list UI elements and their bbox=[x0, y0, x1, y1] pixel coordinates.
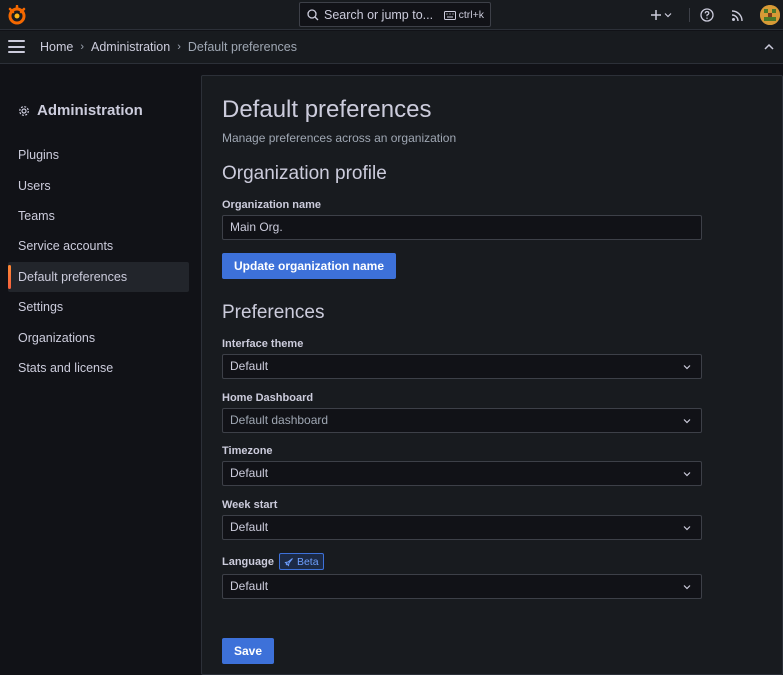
preferences-heading: Preferences bbox=[222, 302, 325, 323]
nav-item-plugins[interactable]: Plugins bbox=[8, 140, 189, 170]
org-profile-heading: Organization profile bbox=[222, 163, 387, 184]
chevron-down-icon bbox=[683, 419, 691, 424]
nav-item-service-accounts[interactable]: Service accounts bbox=[8, 231, 189, 261]
breadcrumb: Home › Administration › Default preferen… bbox=[40, 40, 297, 54]
news-button[interactable] bbox=[731, 0, 749, 30]
nav-item-teams[interactable]: Teams bbox=[8, 201, 189, 231]
breadcrumb-home[interactable]: Home bbox=[40, 40, 73, 54]
org-name-label: Organization name bbox=[222, 199, 322, 211]
help-icon bbox=[700, 8, 714, 22]
chevron-down-icon bbox=[683, 365, 691, 370]
breadcrumb-separator: › bbox=[80, 41, 85, 53]
home-dashboard-select[interactable]: Default dashboard bbox=[222, 408, 702, 433]
chevron-down-icon bbox=[683, 585, 691, 590]
breadcrumb-administration[interactable]: Administration bbox=[91, 40, 170, 54]
language-select-value: Default bbox=[230, 579, 269, 593]
theme-select-value: Default bbox=[230, 359, 269, 373]
search-icon bbox=[307, 8, 319, 20]
chevron-down-icon bbox=[683, 526, 691, 531]
divider bbox=[689, 8, 690, 22]
timezone-select[interactable]: Default bbox=[222, 461, 702, 486]
language-label-row: Language Beta bbox=[222, 553, 324, 570]
search-placeholder: Search or jump to... bbox=[324, 7, 434, 22]
home-dashboard-label: Home Dashboard bbox=[222, 392, 314, 404]
language-label: Language bbox=[222, 555, 274, 568]
theme-label: Interface theme bbox=[222, 338, 304, 350]
beta-badge: Beta bbox=[278, 553, 324, 570]
nav-item-settings[interactable]: Settings bbox=[8, 292, 189, 322]
top-bar: Search or jump to... ctrl+k bbox=[0, 0, 783, 30]
search-shortcut-label: ctrl+k bbox=[458, 9, 484, 21]
search-shortcut: ctrl+k bbox=[443, 9, 484, 21]
theme-select[interactable]: Default bbox=[222, 354, 702, 379]
language-select[interactable]: Default bbox=[222, 574, 702, 599]
new-button[interactable] bbox=[650, 0, 680, 30]
user-avatar[interactable] bbox=[760, 5, 780, 25]
plus-icon bbox=[651, 10, 661, 20]
chevron-down-icon bbox=[683, 472, 691, 477]
nav-item-users[interactable]: Users bbox=[8, 171, 189, 201]
search-bar[interactable]: Search or jump to... ctrl+k bbox=[299, 2, 491, 27]
main-panel: Default preferences Manage preferences a… bbox=[201, 75, 783, 675]
breadcrumb-bar: Home › Administration › Default preferen… bbox=[0, 31, 783, 64]
rss-icon bbox=[731, 9, 743, 21]
timezone-label: Timezone bbox=[222, 445, 273, 457]
breadcrumb-current: Default preferences bbox=[187, 40, 297, 54]
home-dashboard-select-value: Default dashboard bbox=[230, 413, 329, 427]
chevron-up-icon[interactable] bbox=[763, 41, 775, 53]
keyboard-icon bbox=[443, 10, 456, 20]
grafana-logo-icon[interactable] bbox=[7, 5, 27, 25]
nav-item-stats-and-license[interactable]: Stats and license bbox=[8, 353, 189, 383]
section-nav-title-label: Administration bbox=[37, 102, 143, 119]
section-nav-title: Administration bbox=[18, 102, 143, 119]
update-org-name-button[interactable]: Update organization name bbox=[222, 253, 397, 279]
cog-icon bbox=[19, 105, 29, 116]
nav-item-default-preferences[interactable]: Default preferences bbox=[8, 262, 189, 292]
beta-badge-label: Beta bbox=[296, 555, 319, 568]
week-start-label: Week start bbox=[222, 499, 278, 511]
menu-toggle-button[interactable] bbox=[8, 40, 26, 54]
week-start-select[interactable]: Default bbox=[222, 515, 702, 540]
chevron-down-icon bbox=[664, 13, 672, 18]
rocket-icon bbox=[284, 557, 293, 567]
help-button[interactable] bbox=[700, 0, 718, 30]
save-button[interactable]: Save bbox=[222, 638, 275, 664]
org-name-input[interactable]: Main Org. bbox=[222, 215, 702, 240]
page-subtitle: Manage preferences across an organizatio… bbox=[222, 131, 457, 145]
timezone-select-value: Default bbox=[230, 466, 269, 480]
nav-item-organizations[interactable]: Organizations bbox=[8, 323, 189, 353]
week-start-select-value: Default bbox=[230, 520, 269, 534]
page-title: Default preferences bbox=[222, 96, 432, 123]
section-nav: Administration Plugins Users Teams Servi… bbox=[0, 64, 200, 672]
breadcrumb-separator: › bbox=[177, 41, 181, 53]
avatar-icon bbox=[760, 5, 780, 25]
